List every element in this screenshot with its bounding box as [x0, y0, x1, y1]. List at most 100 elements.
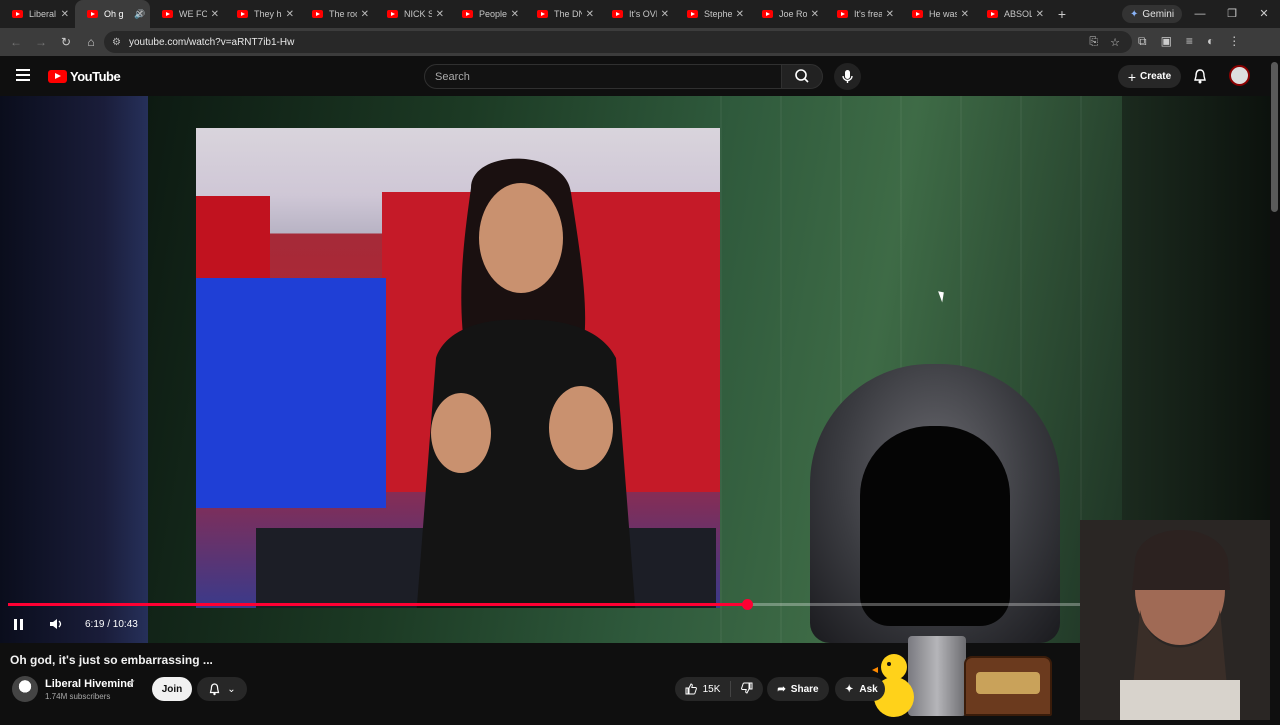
volume-button[interactable]	[48, 616, 64, 632]
like-button[interactable]: 15K	[675, 681, 731, 697]
gemini-label: Gemini	[1142, 8, 1175, 20]
close-tab-icon[interactable]: ✕	[511, 9, 519, 20]
back-icon[interactable]: ←	[4, 35, 28, 49]
tab-title: It's frea	[854, 9, 882, 19]
youtube-favicon-icon	[387, 10, 398, 18]
youtube-favicon-icon	[12, 10, 23, 18]
browser-tab[interactable]: Liberal H ✕	[0, 0, 75, 28]
create-label: Create	[1140, 71, 1172, 82]
search-input[interactable]: Search	[424, 64, 782, 89]
youtube-favicon-icon	[162, 10, 173, 18]
microphone-icon	[842, 70, 853, 83]
browser-toolbar: ← → ↻ ⌂ ⚙ youtube.com/watch?v=aRNT7ib1-H…	[0, 28, 1280, 56]
browser-tab[interactable]: They ha ✕	[225, 0, 300, 28]
channel-name[interactable]: Liberal Hivemind	[45, 678, 134, 690]
close-window-icon[interactable]: ✕	[1248, 0, 1280, 28]
bell-icon	[210, 682, 220, 695]
youtube-play-icon	[48, 70, 67, 83]
address-bar[interactable]: ⚙ youtube.com/watch?v=aRNT7ib1-Hw ⎘ ☆	[104, 31, 1132, 53]
scrubber-handle[interactable]	[741, 599, 753, 610]
create-button[interactable]: + Create	[1118, 65, 1181, 88]
reload-icon[interactable]: ↻	[54, 35, 78, 49]
url-text: youtube.com/watch?v=aRNT7ib1-Hw	[128, 36, 295, 48]
restore-icon[interactable]: ❐	[1216, 0, 1248, 28]
volume-icon	[50, 619, 62, 629]
chevron-down-icon: ⌄	[227, 683, 236, 695]
minimize-icon[interactable]: —	[1184, 0, 1216, 28]
gemini-button[interactable]: ✦ Gemini	[1122, 5, 1183, 23]
menu-kebab-icon[interactable]: ⋮	[1228, 34, 1240, 49]
browser-tab[interactable]: The roo ✕	[300, 0, 375, 28]
media-controls-icon[interactable]: ≡	[1186, 34, 1193, 49]
profile-icon[interactable]: ◐	[1207, 34, 1214, 49]
youtube-header: YouTube Search + Create	[0, 56, 1280, 96]
mug-prop	[908, 636, 966, 716]
account-avatar[interactable]	[1229, 65, 1250, 86]
share-button[interactable]: ➦ Share	[767, 677, 829, 701]
omnibox-actions: ⎘ ☆	[1089, 36, 1120, 49]
install-app-icon[interactable]: ⎘	[1089, 36, 1098, 49]
bell-icon	[1194, 69, 1206, 84]
gemini-icon: ✦	[1130, 8, 1139, 20]
youtube-favicon-icon	[312, 10, 323, 18]
window-controls: — ❐ ✕	[1184, 0, 1280, 28]
like-dislike-group: 15K	[675, 677, 763, 701]
sparkle-icon: ✦	[845, 683, 854, 695]
dislike-button[interactable]	[731, 682, 763, 697]
youtube-logo[interactable]: YouTube	[48, 69, 121, 84]
pause-button[interactable]	[14, 616, 28, 632]
tab-title: It's OVE	[629, 9, 657, 19]
tab-title: He was	[929, 9, 957, 19]
close-tab-icon[interactable]: ✕	[661, 9, 669, 20]
close-tab-icon[interactable]: ✕	[61, 9, 69, 20]
voice-search-button[interactable]	[834, 63, 861, 90]
browser-tab[interactable]: The DN ✕	[525, 0, 600, 28]
channel-avatar[interactable]	[12, 676, 38, 702]
split-view-icon[interactable]: ▣	[1161, 34, 1172, 49]
close-tab-icon[interactable]: ✕	[961, 9, 969, 20]
browser-tab[interactable]: It's OVE ✕	[600, 0, 675, 28]
like-count: 15K	[702, 683, 721, 695]
tab-title: They ha	[254, 9, 282, 19]
share-arrow-icon: ➦	[777, 683, 786, 695]
browser-tab[interactable]: Stepher ✕	[675, 0, 750, 28]
browser-tab[interactable]: WE FOU ✕	[150, 0, 225, 28]
menu-hamburger-icon[interactable]	[16, 69, 30, 81]
close-tab-icon[interactable]: ✕	[361, 9, 369, 20]
tab-title: Liberal H	[29, 9, 57, 19]
video-title: Oh god, it's just so embarrassing ...	[10, 653, 213, 667]
progress-bar[interactable]	[8, 599, 1262, 610]
subscription-notifications-button[interactable]: ⌄	[197, 677, 247, 701]
browser-tab[interactable]: It's frea ✕	[825, 0, 900, 28]
notifications-button[interactable]	[1192, 68, 1208, 90]
search-button[interactable]	[781, 64, 823, 89]
close-tab-icon[interactable]: ✕	[286, 9, 294, 20]
close-tab-icon[interactable]: ✕	[1036, 9, 1044, 20]
tab-title: Stepher	[704, 9, 732, 19]
close-tab-icon[interactable]: ✕	[886, 9, 894, 20]
forward-icon[interactable]: →	[29, 35, 53, 49]
close-tab-icon[interactable]: ✕	[586, 9, 594, 20]
search-icon	[795, 69, 809, 83]
ask-ai-button[interactable]: ✦ Ask	[835, 677, 885, 701]
join-button[interactable]: Join	[152, 677, 192, 701]
browser-tab[interactable]: ABSOLU ✕	[975, 0, 1050, 28]
bookmark-star-icon[interactable]: ☆	[1110, 36, 1120, 49]
browser-tab[interactable]: Oh g 🔊 ✕	[75, 0, 150, 28]
close-tab-icon[interactable]: ✕	[211, 9, 219, 20]
browser-tab[interactable]: People ✕	[450, 0, 525, 28]
page-scrollbar[interactable]	[1271, 62, 1278, 212]
tab-list: Liberal H✕Oh g🔊✕WE FOU✕They ha✕The roo✕N…	[0, 0, 1050, 28]
time-display: 6:19 / 10:43	[85, 618, 138, 630]
browser-tab[interactable]: He was ✕	[900, 0, 975, 28]
home-icon[interactable]: ⌂	[79, 35, 103, 49]
extensions-icon[interactable]: ⧉	[1138, 34, 1147, 49]
new-tab-button[interactable]: +	[1050, 6, 1074, 22]
site-info-icon[interactable]: ⚙	[112, 37, 121, 48]
browser-tab[interactable]: NICK SH ✕	[375, 0, 450, 28]
close-tab-icon[interactable]: ✕	[436, 9, 444, 20]
close-tab-icon[interactable]: ✕	[736, 9, 744, 20]
browser-tab[interactable]: Joe Rog ✕	[750, 0, 825, 28]
close-tab-icon[interactable]: ✕	[136, 9, 144, 20]
close-tab-icon[interactable]: ✕	[811, 9, 819, 20]
